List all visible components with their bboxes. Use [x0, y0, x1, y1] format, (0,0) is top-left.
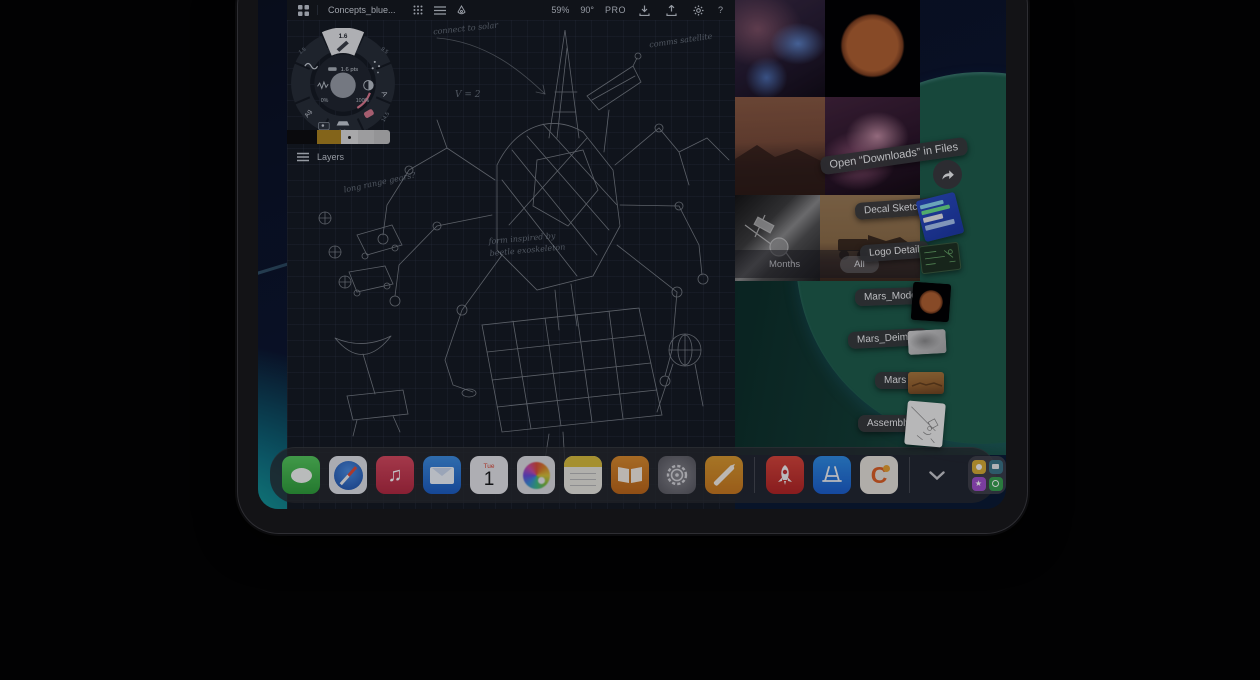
chevron-down-icon — [929, 471, 945, 480]
dock-collapse-button[interactable] — [925, 456, 949, 494]
color-palette-strip[interactable] — [287, 130, 390, 144]
pen-nib-icon[interactable] — [454, 2, 470, 18]
rocket-icon — [773, 463, 797, 487]
tool-wheel[interactable]: 1.6 A Ag 1.5 9.5 14.5 6.9 — [290, 28, 396, 134]
concepts-app-window: connect to solar comms satellite V = 2 l… — [287, 0, 735, 509]
safari-icon — [334, 461, 363, 490]
dock-concepts-app[interactable]: C — [860, 456, 898, 494]
dock-safari[interactable] — [329, 456, 367, 494]
dots-grid-icon[interactable] — [410, 2, 426, 18]
settings-gear-icon — [664, 462, 690, 488]
stroke-width-value: 1.6 pts — [341, 67, 359, 73]
dock-rocket-app[interactable] — [766, 456, 804, 494]
zoom-level[interactable]: 59% — [551, 5, 569, 15]
photo-mars-planet[interactable] — [825, 0, 920, 97]
document-title[interactable]: Concepts_blue... — [328, 5, 396, 15]
filter-months[interactable]: Months — [769, 259, 800, 270]
dock-app-library[interactable]: ★ — [968, 456, 1006, 494]
photo-mars-surface[interactable] — [735, 97, 825, 195]
dock-messages[interactable] — [282, 456, 320, 494]
dock-music[interactable]: ♫ — [376, 456, 414, 494]
ipad-screen: connect to solar comms satellite V = 2 l… — [258, 0, 1006, 509]
dock-sketch-app[interactable] — [705, 456, 743, 494]
photo-nebula-blue[interactable] — [735, 0, 825, 97]
active-size-value: 1.6 — [339, 33, 348, 40]
swatch-gold[interactable] — [317, 130, 341, 144]
drag-thumb-logo-sticker[interactable] — [918, 242, 961, 275]
drag-thumb-assembly[interactable] — [904, 400, 946, 447]
drag-thumb-mars-model[interactable] — [911, 282, 952, 323]
dock-app-store[interactable] — [813, 456, 851, 494]
drag-action-badge — [933, 160, 962, 189]
messages-icon — [291, 468, 312, 483]
pro-badge[interactable]: PRO — [605, 5, 626, 15]
concepts-toolbar: Concepts_blue... 59% 90° PRO ? — [287, 0, 735, 20]
help-icon[interactable]: ? — [718, 5, 723, 15]
dock-photos[interactable] — [517, 456, 555, 494]
dock-books[interactable] — [611, 456, 649, 494]
swatch-gray-2[interactable] — [374, 130, 390, 144]
menu-lines-icon[interactable] — [432, 2, 448, 18]
notes-icon — [564, 456, 602, 467]
sketch-pen-icon — [713, 464, 735, 486]
share-arrow-icon — [940, 168, 955, 182]
books-icon — [618, 467, 629, 483]
layers-menu-icon — [297, 152, 309, 162]
dock-calendar[interactable]: Tue 1 — [470, 456, 508, 494]
opacity-max: 100% — [356, 98, 370, 104]
swatch-light-selected[interactable] — [341, 130, 358, 144]
drawing-canvas[interactable]: connect to solar comms satellite V = 2 l… — [287, 20, 735, 509]
music-icon: ♫ — [388, 464, 403, 487]
gear-icon[interactable] — [691, 2, 707, 18]
toolbar-divider — [317, 5, 318, 15]
export-share-icon[interactable] — [664, 2, 680, 18]
dock-settings[interactable] — [658, 456, 696, 494]
layers-button[interactable]: Layers — [297, 152, 344, 162]
swatch-gray-1[interactable] — [358, 130, 374, 144]
layers-label: Layers — [317, 152, 344, 162]
app-store-icon — [820, 463, 844, 487]
annotation-v2: V = 2 — [455, 90, 481, 100]
photos-app-window: Months All — [735, 0, 920, 281]
app-library-icon: ★ — [972, 460, 1003, 491]
import-icon[interactable] — [637, 2, 653, 18]
opacity-min: 0% — [321, 98, 329, 104]
calendar-day: 1 — [484, 470, 495, 490]
app-grid-icon[interactable] — [295, 2, 311, 18]
dock: ♫ Tue 1 C — [270, 447, 996, 503]
dock-mail[interactable] — [423, 456, 461, 494]
rotation-value[interactable]: 90° — [580, 5, 594, 15]
mail-icon — [430, 467, 454, 484]
dock-notes[interactable] — [564, 456, 602, 494]
wheel-center-knob[interactable] — [330, 73, 355, 98]
drag-thumb-mars-deimos[interactable] — [907, 329, 946, 355]
photos-icon — [523, 462, 550, 489]
swatch-black[interactable] — [287, 130, 317, 144]
drag-thumb-mars[interactable] — [908, 372, 944, 394]
dock-divider — [909, 457, 910, 493]
dock-divider — [754, 457, 755, 493]
